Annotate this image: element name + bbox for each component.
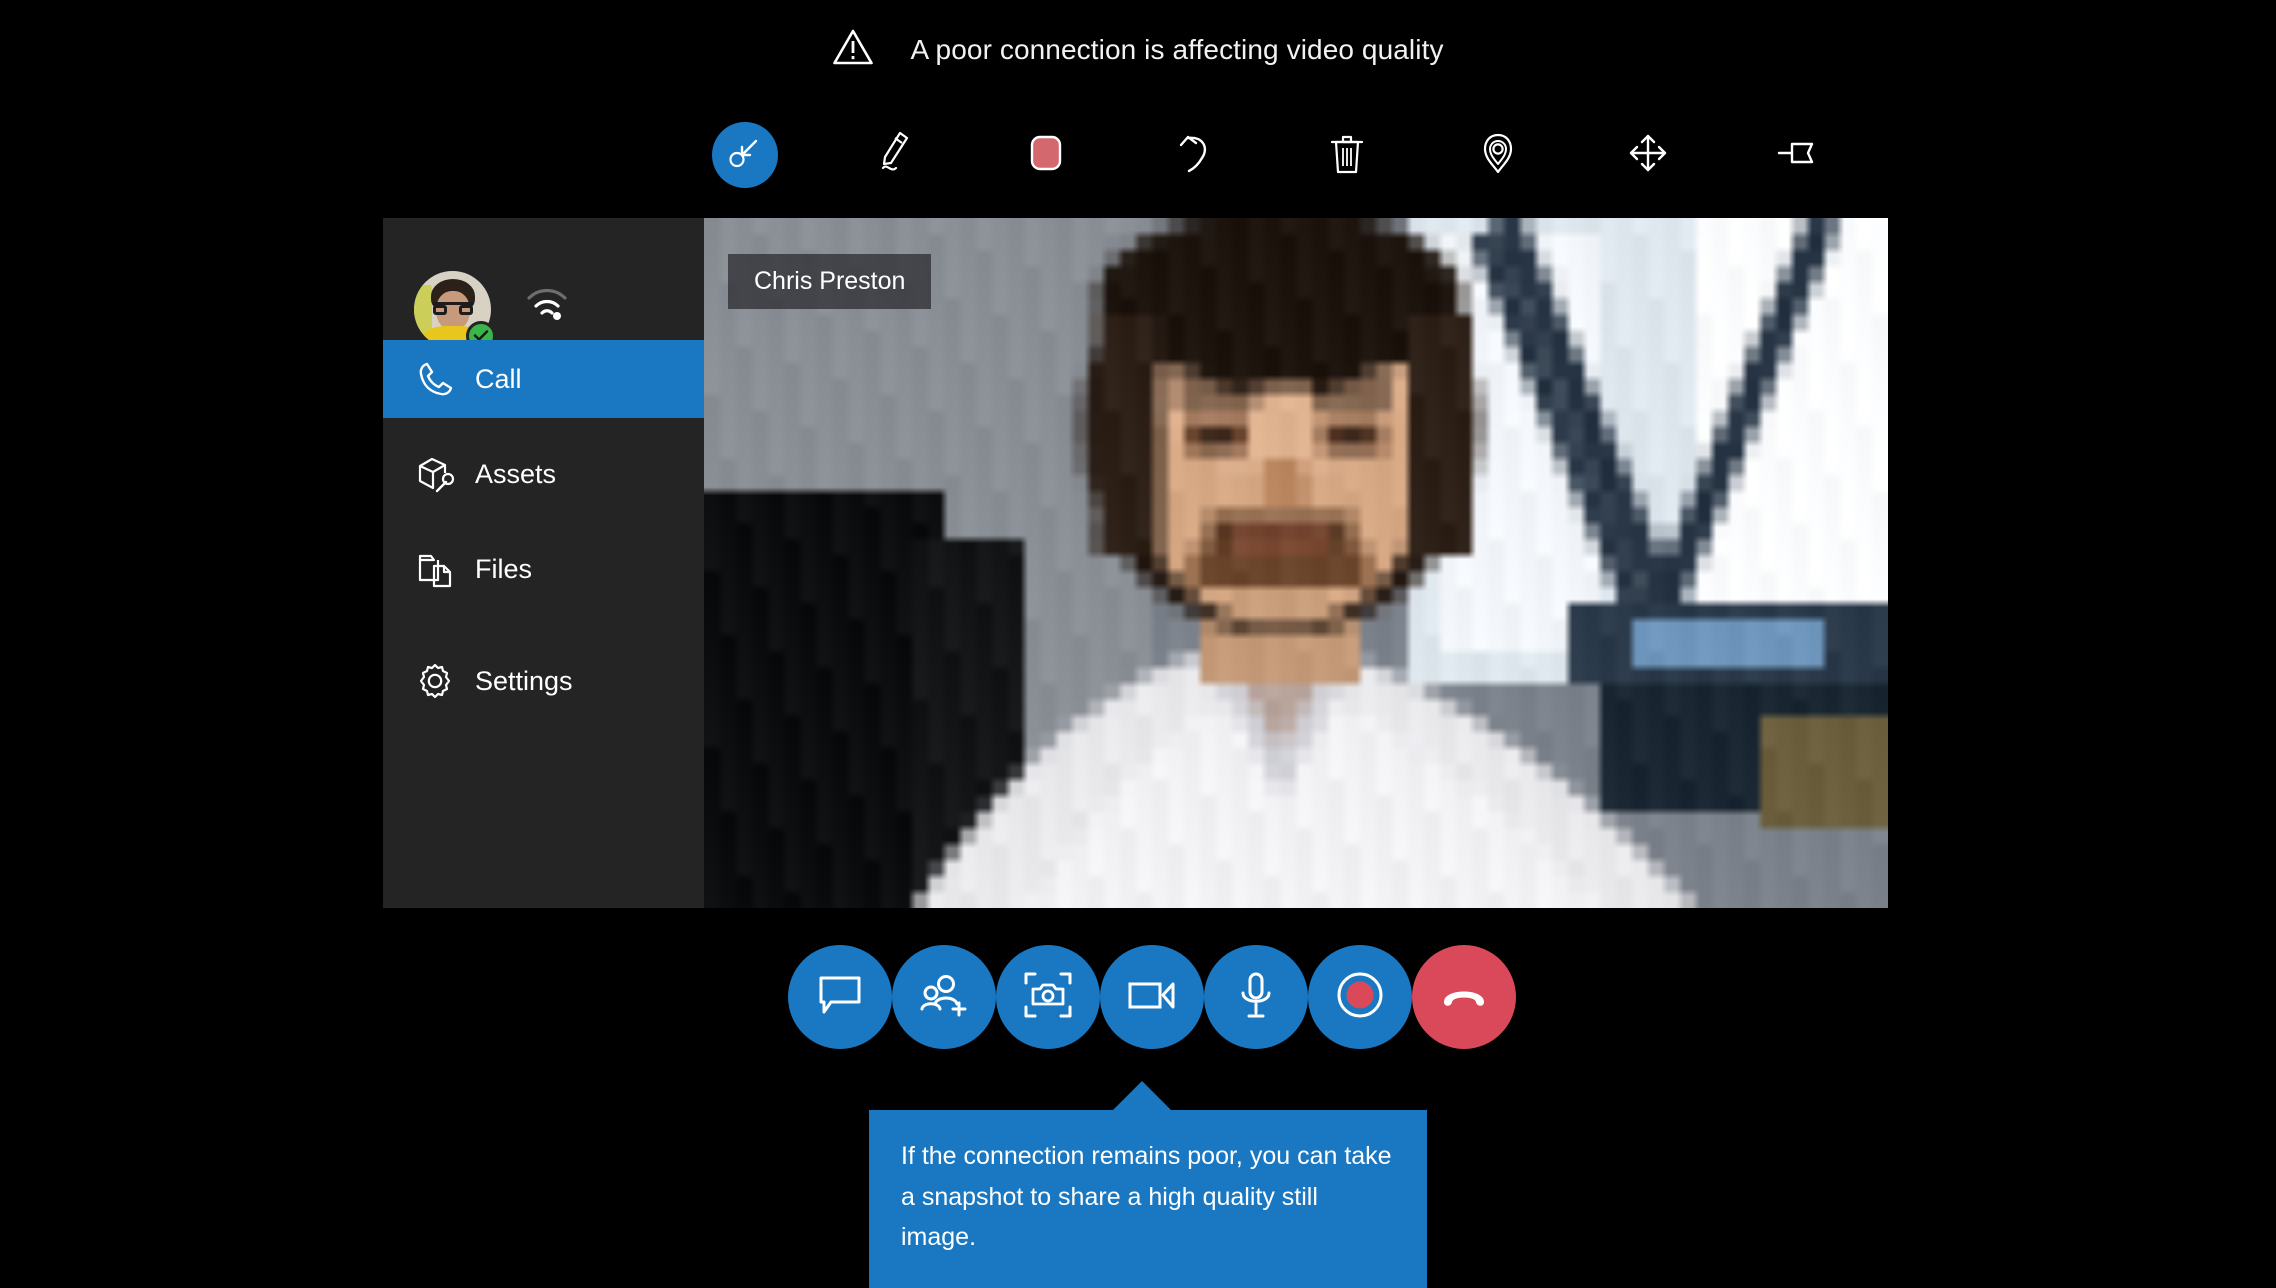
sidebar-item-assets[interactable]: Assets [383, 435, 704, 513]
sidebar-item-call[interactable]: Call [383, 340, 704, 418]
sidebar-item-label: Settings [475, 665, 573, 696]
snapshot-button[interactable] [996, 945, 1100, 1049]
push-pin-icon [1777, 136, 1821, 175]
end-call-icon [1438, 981, 1490, 1014]
participant-name-tag: Chris Preston [728, 254, 932, 309]
wifi-signal-icon [525, 288, 569, 330]
record-button[interactable] [1308, 945, 1412, 1049]
video-frame [704, 218, 1888, 908]
call-stage: Call Assets Files Settings Chris Preston [383, 218, 1888, 908]
undo-arrow-icon [1177, 132, 1217, 179]
trash-can-icon [1329, 131, 1365, 180]
warning-message: A poor connection is affecting video qua… [910, 33, 1444, 65]
move-tool[interactable] [1615, 122, 1681, 188]
color-swatch-red[interactable] [1013, 122, 1079, 188]
end-call-button[interactable] [1412, 945, 1516, 1049]
place-marker-tool[interactable] [1465, 122, 1531, 188]
sidebar-item-files[interactable]: Files [383, 530, 704, 608]
gear-icon [412, 662, 458, 700]
avatar[interactable] [414, 270, 496, 351]
add-person-icon [919, 973, 969, 1022]
chat-button[interactable] [788, 945, 892, 1049]
microphone-icon [1238, 971, 1274, 1024]
box-wrench-icon [412, 454, 458, 494]
microphone-button[interactable] [1204, 945, 1308, 1049]
tooltip-pointer [1113, 1081, 1171, 1110]
connection-warning-banner: A poor connection is affecting video qua… [0, 28, 2276, 71]
call-controls [788, 945, 1516, 1049]
move-arrows-icon [1628, 133, 1668, 178]
warning-triangle-icon [832, 28, 874, 71]
pen-tool[interactable] [863, 122, 929, 188]
sidebar-item-settings[interactable]: Settings [383, 642, 704, 720]
video-feed[interactable]: Chris Preston [704, 218, 1888, 908]
pen-icon [876, 130, 916, 181]
record-circle-icon [1336, 971, 1384, 1024]
arrow-pointer-icon [726, 134, 764, 177]
phone-handset-icon [412, 360, 458, 398]
pin-tool[interactable] [1766, 122, 1832, 188]
pointer-annotation-tool[interactable] [712, 122, 778, 188]
chat-bubble-icon [817, 974, 863, 1021]
location-pin-icon [1479, 131, 1517, 180]
sidebar-item-label: Files [475, 553, 533, 584]
delete-tool[interactable] [1314, 122, 1380, 188]
camera-capture-icon [1023, 971, 1073, 1024]
add-people-button[interactable] [892, 945, 996, 1049]
video-button[interactable] [1100, 945, 1204, 1049]
video-camera-icon [1127, 978, 1177, 1017]
sidebar-item-label: Assets [475, 458, 557, 489]
snapshot-tooltip: If the connection remains poor, you can … [869, 1110, 1427, 1288]
sidebar-item-label: Call [475, 363, 522, 394]
red-color-swatch-icon [1029, 133, 1063, 178]
sidebar: Call Assets Files Settings [383, 218, 704, 908]
undo-tool[interactable] [1164, 122, 1230, 188]
files-folder-icon [412, 550, 458, 588]
annotation-toolbar [712, 122, 1832, 188]
